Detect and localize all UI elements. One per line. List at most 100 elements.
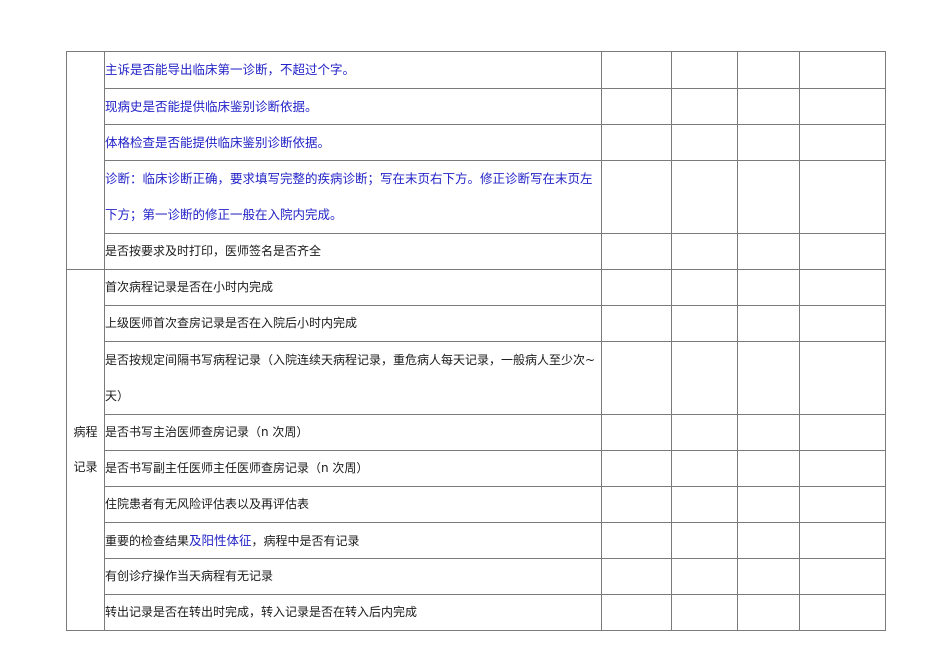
score-cell bbox=[671, 160, 738, 234]
item-text-segment: 是否按要求及时打印，医师签名是否齐全 bbox=[105, 244, 322, 259]
score-cell bbox=[737, 486, 800, 523]
score-cell bbox=[601, 450, 672, 487]
category-cell-blank bbox=[66, 51, 105, 270]
score-cell bbox=[799, 305, 886, 342]
score-cell bbox=[799, 233, 886, 270]
score-cell bbox=[737, 233, 800, 270]
item-text-segment: 诊断：临床诊断正确，要求填写完整的疾病诊断；写在末页右下方。修正诊断写在末页左下… bbox=[105, 171, 593, 222]
item-cell: 是否书写主治医师查房记录（n 次周） bbox=[104, 414, 602, 451]
item-text-segment: 首次病程记录是否在小时内完成 bbox=[105, 280, 274, 295]
item-cell: 重要的检查结果及阳性体征，病程中是否有记录 bbox=[104, 522, 602, 559]
item-cell: 体格检查是否能提供临床鉴别诊断依据。 bbox=[104, 124, 602, 161]
table-row: 有创诊疗操作当天病程有无记录 bbox=[67, 558, 886, 595]
score-cell bbox=[671, 124, 738, 161]
score-cell bbox=[799, 88, 886, 125]
item-text: 是否书写主治医师查房记录（n 次周） bbox=[105, 425, 601, 439]
item-cell: 是否按规定间隔书写病程记录（入院连续天病程记录，重危病人每天记录，一般病人至少次… bbox=[104, 341, 602, 415]
item-text: 转出记录是否在转出时完成，转入记录是否在转入后内完成 bbox=[105, 605, 601, 619]
score-cell bbox=[671, 450, 738, 487]
score-cell bbox=[601, 414, 672, 451]
table-row: 主诉是否能导出临床第一诊断，不超过个字。 bbox=[66, 51, 886, 270]
review-table: 主诉是否能导出临床第一诊断，不超过个字。 现病史是否能提供临床鉴别诊断依据。 体… bbox=[66, 51, 886, 631]
score-cell bbox=[799, 522, 886, 559]
score-cell bbox=[601, 522, 672, 559]
score-cell bbox=[601, 558, 672, 595]
table-row: 重要的检查结果及阳性体征，病程中是否有记录 bbox=[67, 522, 886, 559]
table-row: 住院患者有无风险评估表以及再评估表 bbox=[67, 486, 886, 523]
table-row: 是否按要求及时打印，医师签名是否齐全 bbox=[67, 233, 886, 270]
item-cell: 是否按要求及时打印，医师签名是否齐全 bbox=[104, 233, 602, 270]
item-text-segment: 体格检查是否能提供临床鉴别诊断依据。 bbox=[105, 134, 331, 150]
item-text: 住院患者有无风险评估表以及再评估表 bbox=[105, 497, 601, 511]
score-cell bbox=[671, 88, 738, 125]
score-cell bbox=[737, 88, 800, 125]
score-cell bbox=[601, 233, 672, 270]
item-cell: 主诉是否能导出临床第一诊断，不超过个字。 bbox=[104, 51, 602, 89]
item-text: 首次病程记录是否在小时内完成 bbox=[105, 280, 601, 294]
score-cell bbox=[737, 305, 800, 342]
item-cell: 转出记录是否在转出时完成，转入记录是否在转入后内完成 bbox=[104, 594, 602, 631]
score-cell bbox=[737, 341, 800, 415]
item-cell: 现病史是否能提供临床鉴别诊断依据。 bbox=[104, 88, 602, 125]
score-cell bbox=[737, 558, 800, 595]
score-cell bbox=[737, 51, 800, 89]
score-cell bbox=[737, 594, 800, 631]
category-cell-progress-notes: 病程记录 bbox=[66, 269, 105, 631]
score-cell bbox=[799, 486, 886, 523]
score-cell bbox=[671, 51, 738, 89]
table-row: 病程记录 首次病程记录是否在小时内完成 bbox=[66, 269, 886, 631]
score-cell bbox=[601, 51, 672, 89]
item-text: 上级医师首次查房记录是否在入院后小时内完成 bbox=[105, 316, 601, 330]
item-text: 是否按规定间隔书写病程记录（入院连续天病程记录，重危病人每天记录，一般病人至少次… bbox=[105, 342, 601, 414]
score-cell bbox=[737, 414, 800, 451]
item-cell: 诊断：临床诊断正确，要求填写完整的疾病诊断；写在末页右下方。修正诊断写在末页左下… bbox=[104, 160, 602, 234]
item-text-segment: 转出记录是否在转出时完成，转入记录是否在转入后内完成 bbox=[105, 605, 418, 620]
score-cell bbox=[671, 486, 738, 523]
item-cell: 首次病程记录是否在小时内完成 bbox=[104, 269, 602, 306]
score-cell bbox=[601, 594, 672, 631]
score-cell bbox=[671, 341, 738, 415]
item-text-segment: 现病史是否能提供临床鉴别诊断依据。 bbox=[105, 98, 318, 114]
item-text: 现病史是否能提供临床鉴别诊断依据。 bbox=[105, 99, 601, 114]
score-cell bbox=[601, 486, 672, 523]
item-text-segment: 主诉是否能导出临床第一诊断，不超过个字。 bbox=[105, 62, 356, 78]
score-cell bbox=[737, 160, 800, 234]
item-cell: 是否书写副主任医师主任医师查房记录（n 次周） bbox=[104, 450, 602, 487]
score-cell bbox=[799, 558, 886, 595]
score-cell bbox=[799, 341, 886, 415]
score-cell bbox=[671, 305, 738, 342]
score-cell bbox=[799, 414, 886, 451]
item-text-segment: 上级医师首次查房记录是否在入院后小时内完成 bbox=[105, 316, 358, 331]
item-text-segment: 是否书写主治医师查房记录（n 次周） bbox=[105, 425, 309, 440]
item-text-segment: 是否书写副主任医师主任医师查房记录（n 次周） bbox=[105, 461, 369, 476]
score-cell bbox=[601, 269, 672, 306]
score-cell bbox=[799, 124, 886, 161]
score-cell bbox=[671, 414, 738, 451]
item-text-segment: 重要的检查结果 bbox=[105, 533, 190, 548]
score-cell bbox=[799, 450, 886, 487]
score-cell bbox=[799, 51, 886, 89]
score-cell bbox=[737, 269, 800, 306]
item-cell: 有创诊疗操作当天病程有无记录 bbox=[104, 558, 602, 595]
score-cell bbox=[799, 269, 886, 306]
score-cell bbox=[671, 522, 738, 559]
item-text: 主诉是否能导出临床第一诊断，不超过个字。 bbox=[105, 62, 601, 77]
score-cell bbox=[671, 558, 738, 595]
table-row: 转出记录是否在转出时完成，转入记录是否在转入后内完成 bbox=[67, 594, 886, 631]
score-cell bbox=[671, 594, 738, 631]
item-text: 重要的检查结果及阳性体征，病程中是否有记录 bbox=[105, 533, 601, 548]
category-label: 病程记录 bbox=[73, 425, 98, 474]
score-cell bbox=[737, 522, 800, 559]
score-cell bbox=[601, 88, 672, 125]
item-text-segment: 有创诊疗操作当天病程有无记录 bbox=[105, 569, 274, 584]
table-row: 是否书写主治医师查房记录（n 次周） bbox=[67, 414, 886, 451]
score-cell bbox=[601, 305, 672, 342]
item-cell: 住院患者有无风险评估表以及再评估表 bbox=[104, 486, 602, 523]
table-row: 是否书写副主任医师主任医师查房记录（n 次周） bbox=[67, 450, 886, 487]
score-cell bbox=[737, 450, 800, 487]
item-text-segment: 住院患者有无风险评估表以及再评估表 bbox=[105, 497, 310, 512]
score-cell bbox=[601, 341, 672, 415]
score-cell bbox=[799, 594, 886, 631]
item-text-segment: ，病程中是否有记录 bbox=[251, 533, 360, 548]
item-text: 体格检查是否能提供临床鉴别诊断依据。 bbox=[105, 135, 601, 150]
